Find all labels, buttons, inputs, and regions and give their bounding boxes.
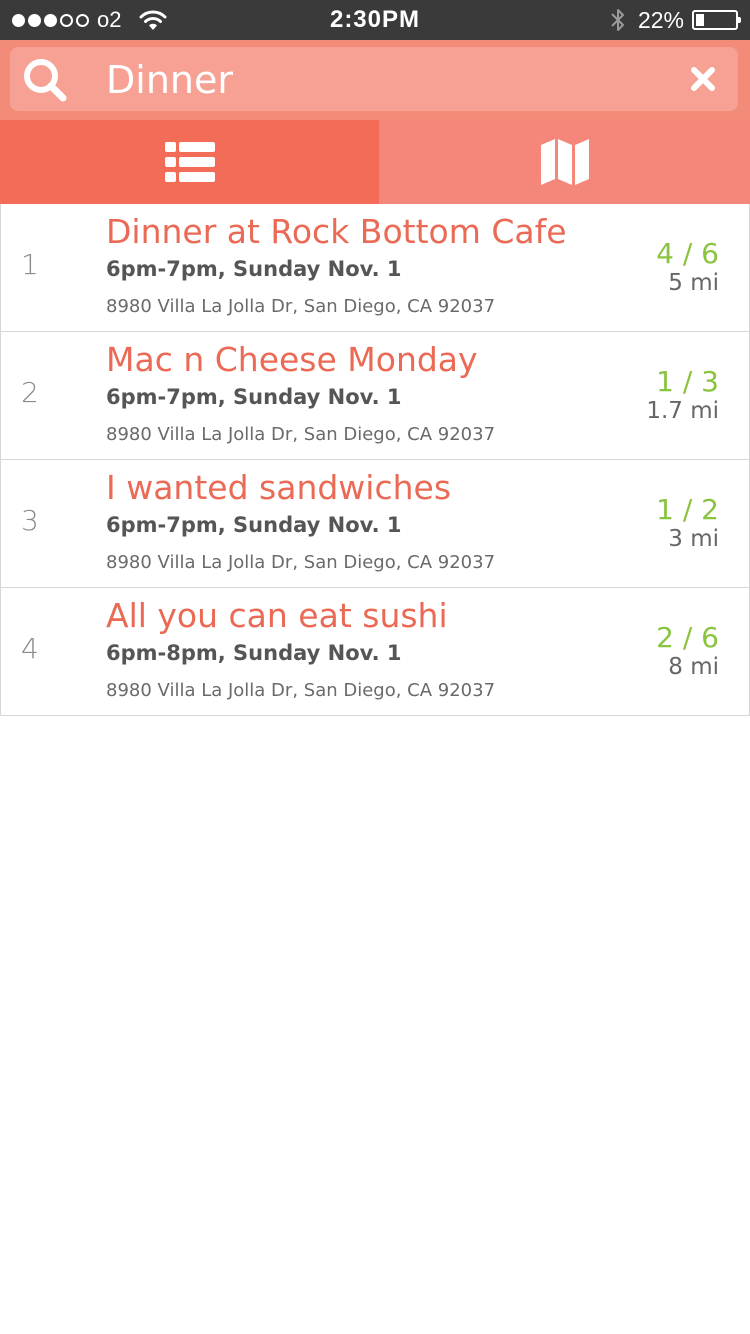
event-address: 8980 Villa La Jolla Dr, San Diego, CA 92…: [106, 424, 496, 445]
event-distance: 1.7 mi: [646, 398, 719, 424]
list-item[interactable]: 1 Dinner at Rock Bottom Cafe 6pm-7pm, Su…: [0, 204, 750, 332]
item-index: 2: [21, 376, 39, 409]
search-input[interactable]: Dinner: [10, 47, 738, 111]
list-item[interactable]: 2 Mac n Cheese Monday 6pm-7pm, Sunday No…: [0, 332, 750, 460]
event-list: 1 Dinner at Rock Bottom Cafe 6pm-7pm, Su…: [0, 204, 750, 716]
item-index: 3: [21, 504, 39, 537]
battery-percent: 22%: [637, 6, 684, 33]
event-address: 8980 Villa La Jolla Dr, San Diego, CA 92…: [106, 680, 496, 701]
map-icon: [540, 139, 589, 185]
event-address: 8980 Villa La Jolla Dr, San Diego, CA 92…: [106, 296, 496, 317]
event-time: 6pm-7pm, Sunday Nov. 1: [106, 513, 402, 537]
list-icon: [164, 142, 215, 182]
event-distance: 8 mi: [668, 654, 719, 680]
tab-map-view[interactable]: [379, 120, 750, 204]
event-distance: 3 mi: [668, 526, 719, 552]
attendee-count: 2 / 6: [656, 621, 719, 654]
event-distance: 5 mi: [668, 270, 719, 296]
event-title[interactable]: I wanted sandwiches: [106, 468, 451, 507]
event-title[interactable]: Dinner at Rock Bottom Cafe: [106, 212, 567, 251]
battery-icon: [692, 10, 741, 30]
event-time: 6pm-7pm, Sunday Nov. 1: [106, 385, 402, 409]
attendee-count: 4 / 6: [656, 237, 719, 270]
attendee-count: 1 / 3: [656, 365, 719, 398]
list-item[interactable]: 4 All you can eat sushi 6pm-8pm, Sunday …: [0, 588, 750, 716]
search-query[interactable]: Dinner: [106, 47, 233, 111]
tab-list-view[interactable]: [0, 120, 379, 204]
bluetooth-icon: [611, 9, 624, 31]
event-title[interactable]: All you can eat sushi: [106, 596, 448, 635]
event-time: 6pm-7pm, Sunday Nov. 1: [106, 257, 402, 281]
battery-fill: [696, 14, 704, 26]
status-right: 22%: [608, 0, 741, 40]
view-tabs: [0, 120, 750, 204]
search-header: Dinner: [0, 40, 750, 120]
search-icon[interactable]: [22, 57, 68, 103]
event-title[interactable]: Mac n Cheese Monday: [106, 340, 478, 379]
close-icon[interactable]: [690, 66, 716, 92]
event-time: 6pm-8pm, Sunday Nov. 1: [106, 641, 402, 665]
item-index: 4: [21, 632, 39, 665]
attendee-count: 1 / 2: [656, 493, 719, 526]
status-bar: o2 2:30PM 22%: [0, 0, 750, 40]
event-address: 8980 Villa La Jolla Dr, San Diego, CA 92…: [106, 552, 496, 573]
item-index: 1: [21, 248, 39, 281]
list-item[interactable]: 3 I wanted sandwiches 6pm-7pm, Sunday No…: [0, 460, 750, 588]
